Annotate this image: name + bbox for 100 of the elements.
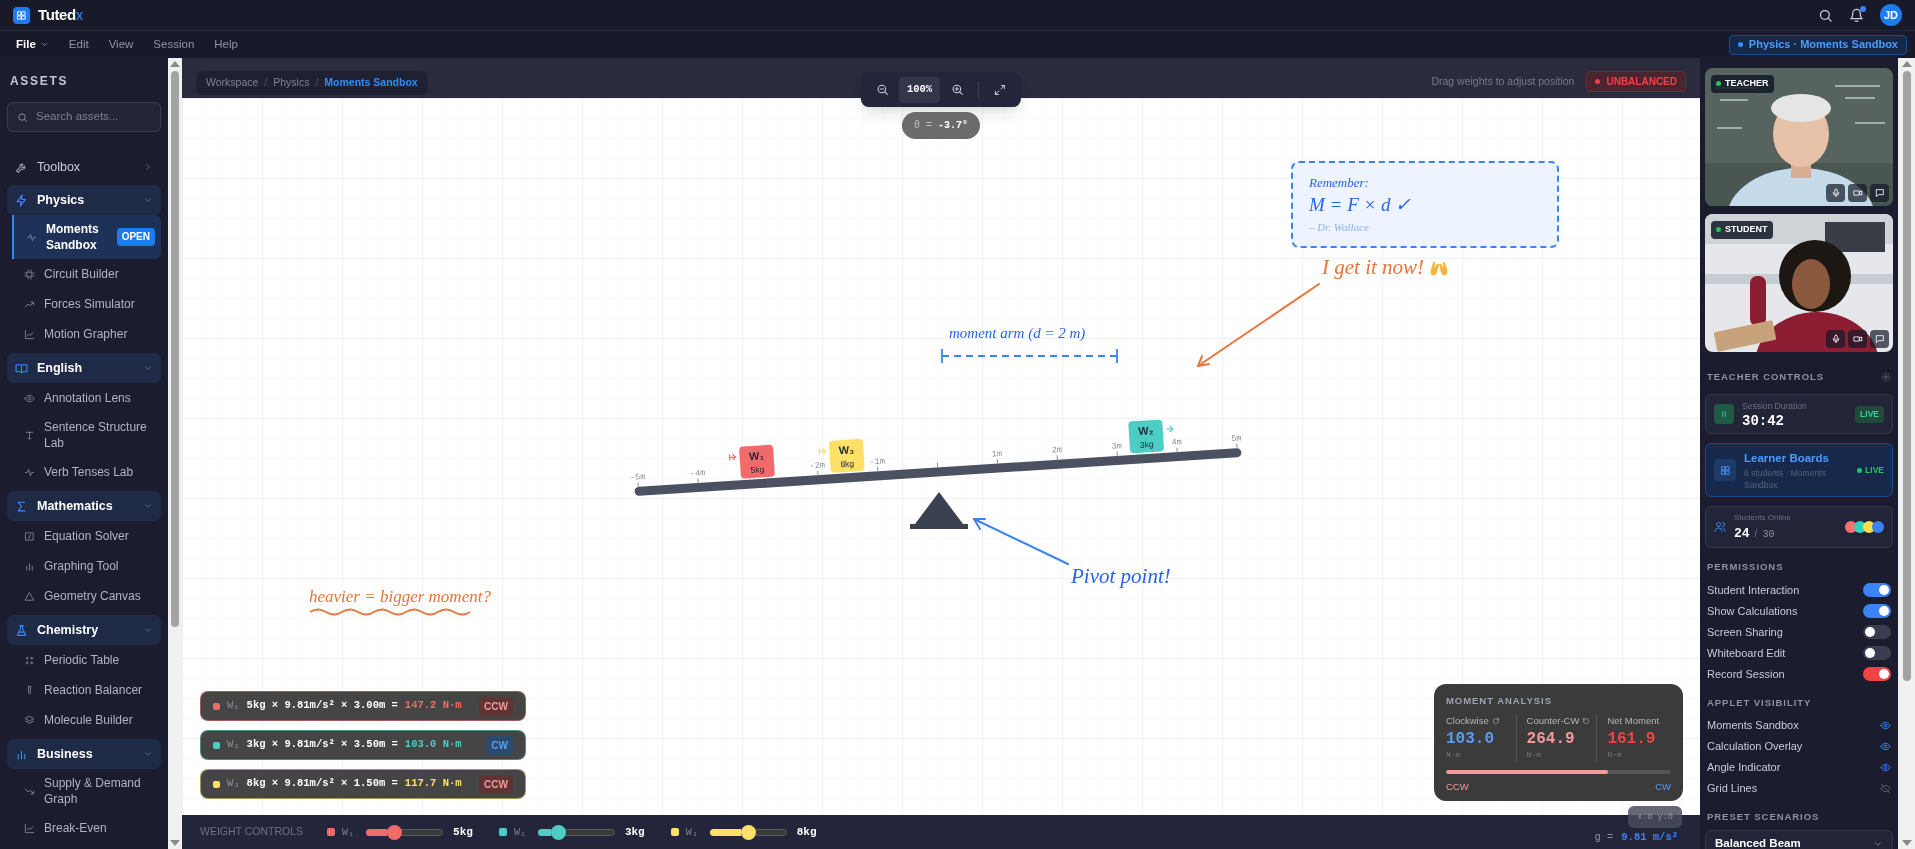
microphone-icon bbox=[1830, 334, 1841, 344]
sidebar-item[interactable]: Periodic Table bbox=[12, 645, 161, 675]
slider-thumb[interactable] bbox=[386, 824, 402, 840]
user-avatar[interactable]: JD bbox=[1880, 4, 1902, 26]
sidebar-item[interactable]: Reaction Balancer bbox=[12, 675, 161, 705]
eye-icon[interactable] bbox=[1880, 719, 1891, 731]
cursor-text: x:0 y:0 bbox=[1637, 810, 1673, 824]
breadcrumb-current[interactable]: Moments Sandbox bbox=[324, 75, 418, 91]
menu-item[interactable]: Help bbox=[204, 35, 248, 54]
online-total: 30 bbox=[1762, 527, 1775, 542]
grid-icon bbox=[1719, 464, 1731, 476]
toggle-switch[interactable] bbox=[1863, 667, 1891, 681]
section-header[interactable]: Mathematics bbox=[7, 491, 161, 521]
sidebar-item[interactable]: Annotation Lens bbox=[12, 383, 161, 413]
weight-block[interactable]: W₁ 5kg bbox=[738, 444, 775, 479]
sigma-icon bbox=[15, 499, 28, 513]
direction-badge: CCW bbox=[479, 696, 513, 716]
chat-button[interactable] bbox=[1870, 330, 1889, 348]
settings-icon[interactable] bbox=[1881, 372, 1891, 383]
visibility-label: Moments Sandbox bbox=[1707, 718, 1799, 733]
video-camera-icon bbox=[1852, 334, 1863, 344]
eye-icon[interactable] bbox=[1880, 761, 1891, 773]
live-label: LIVE bbox=[1865, 463, 1884, 477]
weight-label: W₂ bbox=[513, 825, 526, 840]
line-chart-icon bbox=[24, 328, 35, 340]
search-bar[interactable]: Search assets... bbox=[7, 102, 161, 132]
permission-label: Whiteboard Edit bbox=[1707, 645, 1786, 661]
sidebar-item[interactable]: Geometry Canvas bbox=[12, 581, 161, 611]
scale-label: CW bbox=[1655, 779, 1671, 794]
chat-icon bbox=[1874, 334, 1885, 344]
context-label: Physics · Moments Sandbox bbox=[1748, 37, 1898, 53]
gravity-label: g = bbox=[1594, 830, 1614, 846]
camera-button[interactable] bbox=[1848, 184, 1867, 202]
bell-icon[interactable] bbox=[1849, 7, 1864, 23]
menu-item[interactable]: Edit bbox=[58, 35, 99, 54]
scrollbar[interactable] bbox=[1898, 58, 1915, 849]
sidebar-item[interactable]: Sentence Structure Lab bbox=[12, 413, 161, 457]
chevron-right-icon bbox=[143, 162, 153, 172]
moment-value: 147.2 N·m bbox=[404, 698, 462, 714]
sidebar-item[interactable]: Molecule Builder bbox=[12, 705, 161, 735]
section-header[interactable]: Business bbox=[7, 739, 161, 769]
counterclockwise-icon bbox=[1582, 717, 1591, 726]
metric-label: Counter-CW bbox=[1526, 714, 1580, 729]
camera-button[interactable] bbox=[1848, 330, 1867, 348]
weight-block[interactable]: W₂ 3kg bbox=[1128, 419, 1165, 454]
weight-label: W₂ bbox=[227, 737, 240, 753]
card-label: Session Duration bbox=[1742, 399, 1808, 413]
section-header[interactable]: Toolbox bbox=[7, 152, 161, 182]
weight-slider[interactable] bbox=[537, 824, 615, 840]
sidebar-item[interactable]: Graphing Tool bbox=[12, 551, 161, 581]
search-icon[interactable] bbox=[1818, 7, 1833, 23]
toggle-switch[interactable] bbox=[1863, 604, 1891, 618]
sidebar-item[interactable]: Supply & Demand Graph bbox=[12, 769, 161, 813]
weight-slider[interactable] bbox=[709, 824, 787, 840]
mic-button[interactable] bbox=[1826, 330, 1845, 348]
chevron-down-icon bbox=[1873, 839, 1883, 849]
expand-icon bbox=[994, 83, 1007, 96]
search-field[interactable]: Search assets... bbox=[36, 108, 151, 126]
eye-icon[interactable] bbox=[1880, 740, 1891, 752]
toggle-switch[interactable] bbox=[1863, 583, 1891, 597]
section-header[interactable]: English bbox=[7, 353, 161, 383]
tick-label: 5m bbox=[1231, 433, 1242, 444]
sidebar-item[interactable]: Motion Grapher bbox=[12, 319, 161, 349]
scrollbar[interactable] bbox=[168, 58, 182, 849]
menu-item[interactable]: View bbox=[98, 35, 144, 54]
dimension-label: moment arm (d = 2 m) bbox=[949, 324, 1086, 343]
eye-off-icon[interactable] bbox=[1880, 782, 1891, 794]
layers-icon bbox=[24, 714, 35, 726]
handwritten-question: heavier = bigger moment? bbox=[309, 586, 491, 608]
angle-label: θ = bbox=[914, 119, 932, 133]
menu-item[interactable]: Session bbox=[143, 35, 205, 54]
visibility-label: Calculation Overlay bbox=[1707, 739, 1803, 754]
sidebar-item[interactable]: Forces Simulator bbox=[12, 289, 161, 319]
sidebar-item[interactable]: Circuit Builder bbox=[12, 259, 161, 289]
breadcrumb-link[interactable]: Workspace bbox=[206, 75, 259, 91]
pause-icon bbox=[1719, 409, 1729, 420]
slider-thumb[interactable] bbox=[551, 824, 566, 840]
weight-label: W₃ bbox=[227, 776, 240, 792]
pause-button[interactable] bbox=[1714, 404, 1734, 425]
role-label: STUDENT bbox=[1725, 223, 1768, 236]
menu-item[interactable]: File bbox=[6, 35, 59, 54]
section-header[interactable]: Chemistry bbox=[7, 615, 161, 645]
breadcrumb-link[interactable]: Physics bbox=[273, 75, 310, 91]
preset-dropdown[interactable]: Balanced Beam bbox=[1705, 830, 1893, 849]
formula-text: 3kg × 9.81m/s² × 3.50m = bbox=[246, 737, 398, 753]
chat-button[interactable] bbox=[1870, 184, 1889, 202]
mic-button[interactable] bbox=[1826, 184, 1845, 202]
toggle-switch[interactable] bbox=[1863, 625, 1891, 639]
slider-thumb[interactable] bbox=[740, 824, 756, 840]
toggle-switch[interactable] bbox=[1863, 646, 1891, 660]
sidebar-item[interactable]: Verb Tenses Lab bbox=[12, 457, 161, 487]
sidebar-item[interactable]: Equation Solver bbox=[12, 521, 161, 551]
weight-block[interactable]: W₃ 8kg bbox=[828, 438, 865, 473]
force-arrow-icon bbox=[1166, 425, 1174, 433]
section-header[interactable]: Physics bbox=[7, 185, 161, 215]
weight-slider[interactable] bbox=[366, 824, 444, 840]
zoom-level[interactable]: 100% bbox=[898, 76, 941, 103]
sidebar-item[interactable]: Break-Even bbox=[12, 813, 161, 843]
zoom-out-icon bbox=[875, 83, 889, 96]
sidebar-item[interactable]: Moments Sandbox OPEN bbox=[12, 215, 161, 259]
